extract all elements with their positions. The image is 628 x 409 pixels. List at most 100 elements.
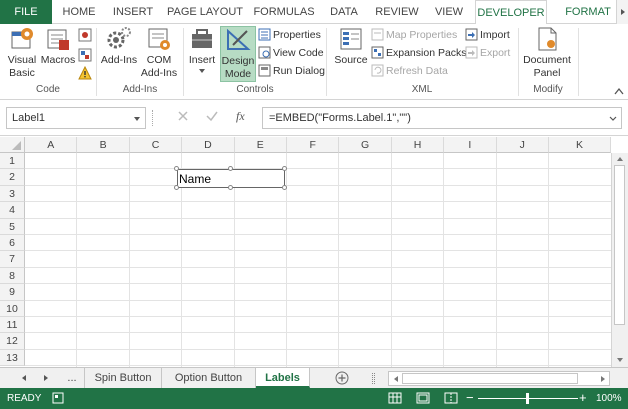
tab-page-layout[interactable]: PAGE LAYOUT bbox=[164, 0, 246, 24]
row-header[interactable]: 5 bbox=[0, 218, 25, 235]
xml-source-button[interactable]: Source bbox=[332, 26, 370, 67]
name-box[interactable]: Label1 bbox=[6, 107, 146, 129]
horizontal-scrollbar[interactable] bbox=[388, 371, 610, 386]
export-button[interactable]: Export bbox=[465, 45, 510, 62]
column-header[interactable]: A bbox=[25, 137, 78, 153]
horizontal-scroll-thumb[interactable] bbox=[402, 373, 578, 384]
row-header[interactable]: 13 bbox=[0, 349, 25, 367]
record-macro-icon[interactable] bbox=[78, 28, 92, 45]
column-header[interactable]: H bbox=[391, 137, 445, 153]
row-header[interactable]: 11 bbox=[0, 317, 25, 334]
tab-split-handle[interactable] bbox=[372, 373, 375, 384]
page-break-view-icon[interactable] bbox=[444, 392, 458, 404]
properties-button[interactable]: Properties bbox=[258, 27, 321, 44]
row-header[interactable]: 12 bbox=[0, 333, 25, 350]
map-properties-button[interactable]: Map Properties bbox=[371, 27, 457, 44]
row-header[interactable]: 10 bbox=[0, 300, 25, 317]
sheet-tab-spin-button[interactable]: Spin Button bbox=[84, 368, 162, 388]
page-layout-view-icon[interactable] bbox=[416, 392, 430, 404]
row-header[interactable]: 9 bbox=[0, 284, 25, 301]
select-all-corner[interactable] bbox=[0, 137, 25, 153]
vertical-scroll-thumb[interactable] bbox=[614, 165, 625, 325]
expand-formula-bar-icon[interactable] bbox=[609, 116, 617, 122]
scroll-right-icon[interactable] bbox=[599, 375, 607, 383]
row-header[interactable]: 6 bbox=[0, 235, 25, 252]
relative-references-icon[interactable] bbox=[78, 48, 92, 65]
next-sheet-icon[interactable] bbox=[42, 374, 50, 382]
scroll-left-icon[interactable] bbox=[392, 375, 400, 383]
resize-handle-nw[interactable] bbox=[174, 166, 179, 171]
sheet-tab-option-button[interactable]: Option Button bbox=[162, 368, 256, 388]
cancel-icon[interactable] bbox=[176, 109, 190, 126]
resize-handle-n[interactable] bbox=[228, 166, 233, 171]
scroll-down-icon[interactable] bbox=[616, 357, 624, 363]
column-header[interactable]: D bbox=[182, 137, 235, 153]
worksheet-grid[interactable]: ABCDEFGHIJK 1 2 3 4 5 6 7 8 9 10 11 12 13 Name bbox=[0, 137, 628, 367]
visual-basic-button[interactable]: Visual Basic bbox=[4, 26, 40, 80]
tab-developer[interactable]: DEVELOPER bbox=[475, 0, 547, 25]
sheet-tab-labels[interactable]: Labels bbox=[256, 368, 310, 388]
zoom-out-button[interactable]: − bbox=[466, 390, 474, 405]
group-code-label: Code bbox=[36, 84, 60, 95]
toolbox-icon bbox=[192, 29, 212, 48]
column-header[interactable]: G bbox=[339, 137, 392, 153]
tab-insert[interactable]: INSERT bbox=[108, 0, 158, 24]
resize-handle-ne[interactable] bbox=[282, 166, 287, 171]
zoom-in-button[interactable]: + bbox=[579, 390, 587, 405]
refresh-data-button[interactable]: Refresh Data bbox=[371, 63, 448, 80]
view-code-button[interactable]: View Code bbox=[258, 45, 324, 62]
column-header[interactable]: B bbox=[77, 137, 130, 153]
expansion-packs-button[interactable]: Expansion Packs bbox=[371, 45, 467, 62]
tab-formulas[interactable]: FORMULAS bbox=[252, 0, 316, 24]
formula-input[interactable]: =EMBED("Forms.Label.1","") bbox=[262, 107, 622, 129]
scroll-up-icon[interactable] bbox=[616, 156, 624, 162]
expansion-packs-label: Expansion Packs bbox=[386, 47, 467, 59]
tab-home[interactable]: HOME bbox=[57, 0, 101, 24]
row-header[interactable]: 8 bbox=[0, 267, 25, 285]
normal-view-icon[interactable] bbox=[388, 392, 402, 404]
run-dialog-button[interactable]: Run Dialog bbox=[258, 63, 325, 80]
more-sheets-button[interactable]: ... bbox=[60, 368, 84, 388]
insert-control-button[interactable]: Insert bbox=[186, 26, 218, 80]
tab-review[interactable]: REVIEW bbox=[372, 0, 422, 24]
enter-icon[interactable] bbox=[205, 109, 219, 126]
tab-view[interactable]: VIEW bbox=[430, 0, 468, 24]
document-panel-label-2: Panel bbox=[533, 67, 561, 79]
column-header[interactable]: J bbox=[496, 137, 549, 153]
column-header[interactable]: I bbox=[444, 137, 497, 153]
com-add-ins-button[interactable]: COM Add-Ins bbox=[138, 26, 180, 80]
row-header[interactable]: 3 bbox=[0, 185, 25, 203]
column-header[interactable]: K bbox=[549, 137, 611, 153]
vertical-scrollbar[interactable] bbox=[611, 153, 628, 367]
design-mode-button[interactable]: Design Mode bbox=[220, 26, 256, 82]
insert-function-icon[interactable]: fx bbox=[236, 109, 245, 124]
new-sheet-button[interactable] bbox=[334, 370, 350, 386]
prev-sheet-icon[interactable] bbox=[20, 374, 28, 382]
row-header[interactable]: 7 bbox=[0, 251, 25, 268]
row-header[interactable]: 1 bbox=[0, 153, 25, 170]
zoom-slider-thumb[interactable] bbox=[526, 393, 529, 404]
column-header[interactable]: E bbox=[234, 137, 287, 153]
macros-button[interactable]: Macros bbox=[40, 26, 76, 67]
resize-handle-sw[interactable] bbox=[174, 185, 179, 190]
document-panel-button[interactable]: Document Panel bbox=[522, 26, 572, 80]
macro-record-status-icon[interactable] bbox=[52, 392, 64, 404]
resize-handle[interactable] bbox=[152, 110, 154, 126]
resize-handle-s[interactable] bbox=[228, 185, 233, 190]
collapse-ribbon-button[interactable] bbox=[614, 86, 624, 98]
import-button[interactable]: Import bbox=[465, 27, 510, 44]
zoom-level[interactable]: 100% bbox=[596, 393, 622, 404]
macro-security-icon[interactable] bbox=[78, 65, 92, 83]
visual-basic-icon bbox=[11, 28, 33, 49]
tab-format[interactable]: FORMAT bbox=[560, 0, 616, 24]
tab-file[interactable]: FILE bbox=[0, 0, 52, 24]
tab-scroll-right-button[interactable] bbox=[616, 0, 628, 24]
chevron-down-icon[interactable] bbox=[133, 116, 141, 122]
row-header[interactable]: 4 bbox=[0, 202, 25, 219]
column-header[interactable]: F bbox=[287, 137, 340, 153]
resize-handle-se[interactable] bbox=[282, 185, 287, 190]
row-header[interactable]: 2 bbox=[0, 169, 25, 186]
column-header[interactable]: C bbox=[129, 137, 183, 153]
add-ins-button[interactable]: Add-Ins bbox=[100, 26, 138, 67]
tab-data[interactable]: DATA bbox=[323, 0, 365, 24]
